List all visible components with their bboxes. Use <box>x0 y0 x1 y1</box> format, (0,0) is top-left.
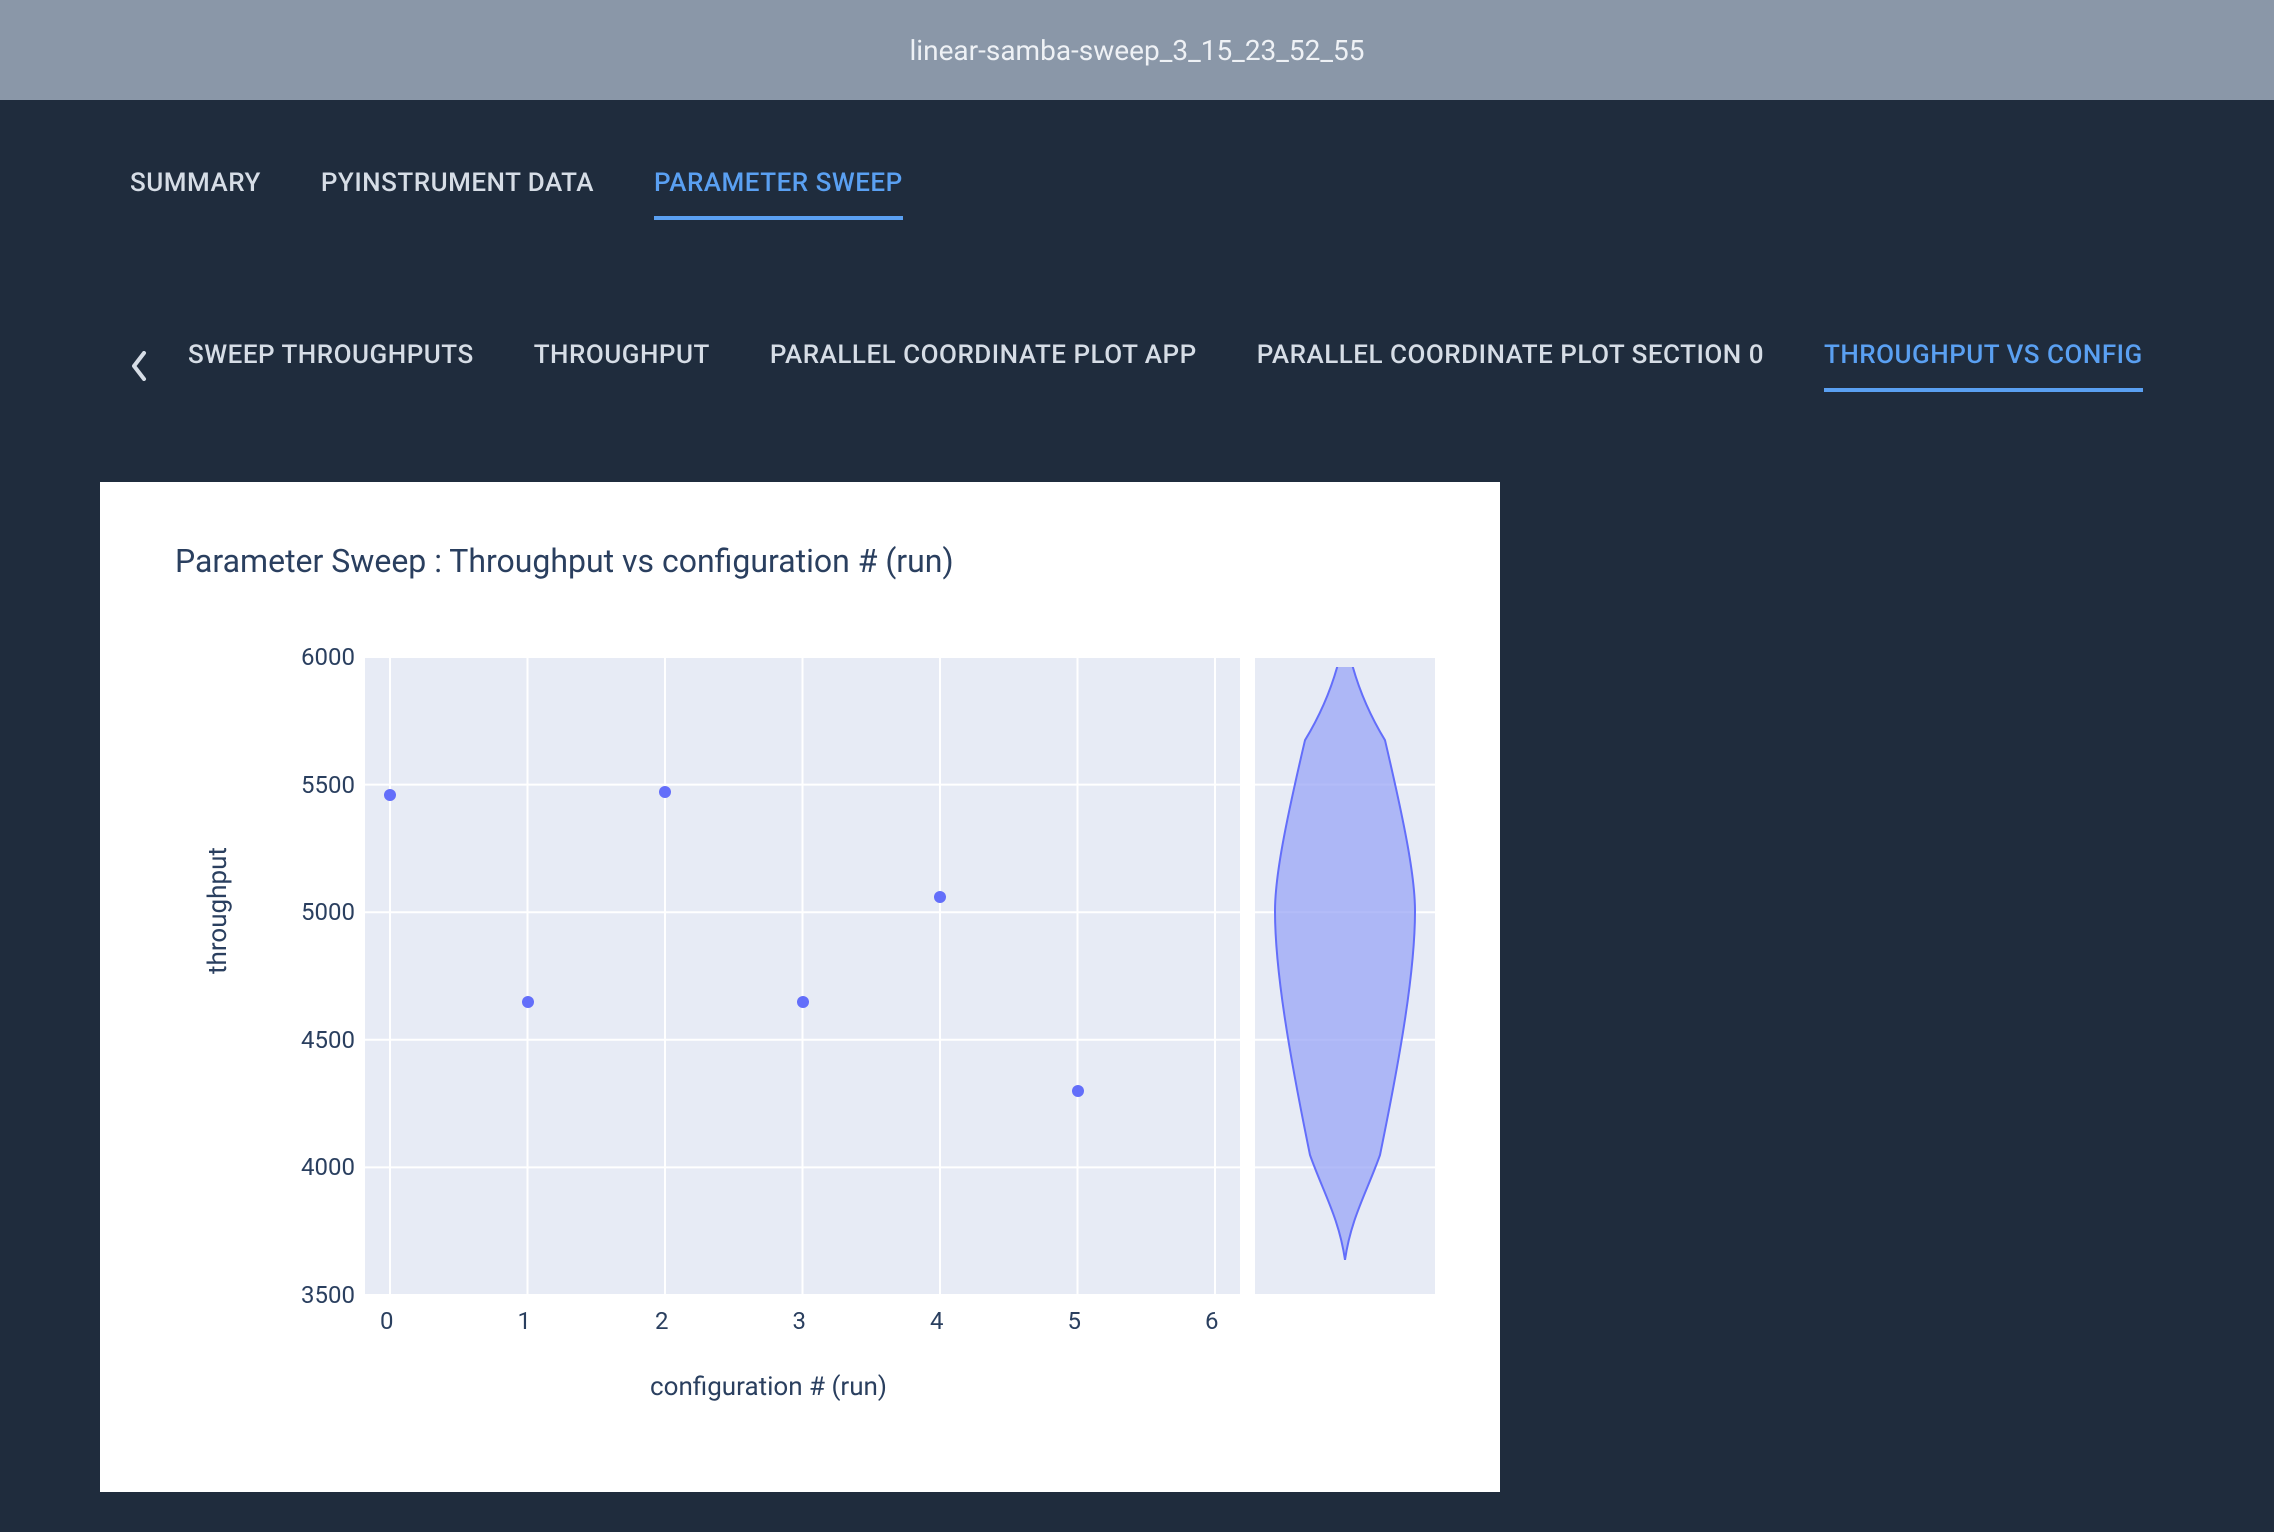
top-bar: linear-samba-sweep_3_15_23_52_55 <box>0 0 2274 100</box>
y-tick-label: 3500 <box>285 1281 355 1309</box>
subtab-sweep-throughputs[interactable]: SWEEP THROUGHPUTS <box>188 340 474 392</box>
tab-pyinstrument-data[interactable]: PYINSTRUMENT DATA <box>321 168 594 220</box>
x-tick-label: 5 <box>1068 1307 1082 1335</box>
y-axis-label: throughput <box>203 847 233 974</box>
x-tick-label: 2 <box>655 1307 669 1335</box>
page-title: linear-samba-sweep_3_15_23_52_55 <box>909 34 1364 67</box>
chart-title: Parameter Sweep : Throughput vs configur… <box>175 542 954 580</box>
y-tick-label: 5500 <box>285 771 355 799</box>
x-tick-label: 6 <box>1205 1307 1219 1335</box>
scatter-grid <box>365 657 1240 1295</box>
subtab-parallel-coordinate-plot-app[interactable]: PARALLEL COORDINATE PLOT APP <box>770 340 1197 392</box>
scatter-plot-area[interactable] <box>365 657 1240 1295</box>
tab-summary[interactable]: SUMMARY <box>130 168 261 220</box>
x-tick-label: 4 <box>930 1307 944 1335</box>
x-tick-label: 3 <box>793 1307 807 1335</box>
tabs-secondary-wrap: SWEEP THROUGHPUTS THROUGHPUT PARALLEL CO… <box>0 220 2274 392</box>
tabs-primary: SUMMARY PYINSTRUMENT DATA PARAMETER SWEE… <box>0 100 2274 220</box>
y-tick-label: 6000 <box>285 643 355 671</box>
y-tick-label: 4000 <box>285 1153 355 1181</box>
x-tick-label: 0 <box>380 1307 394 1335</box>
subtab-throughput[interactable]: THROUGHPUT <box>534 340 710 392</box>
data-point[interactable] <box>384 789 396 801</box>
data-point[interactable] <box>522 996 534 1008</box>
tabs-secondary: SWEEP THROUGHPUTS THROUGHPUT PARALLEL CO… <box>188 340 2143 392</box>
violin-shape <box>1265 667 1425 1277</box>
data-point[interactable] <box>1072 1085 1084 1097</box>
chevron-left-icon[interactable] <box>130 351 148 381</box>
x-tick-label: 1 <box>518 1307 532 1335</box>
subtab-throughput-vs-config[interactable]: THROUGHPUT VS CONFIG <box>1824 340 2143 392</box>
x-axis-label: configuration # (run) <box>650 1372 887 1402</box>
data-point[interactable] <box>659 786 671 798</box>
violin-plot-area[interactable] <box>1255 657 1435 1295</box>
y-tick-label: 5000 <box>285 898 355 926</box>
tab-parameter-sweep[interactable]: PARAMETER SWEEP <box>654 168 903 220</box>
subtab-parallel-coordinate-plot-section-0[interactable]: PARALLEL COORDINATE PLOT SECTION 0 <box>1257 340 1764 392</box>
chart-card: Parameter Sweep : Throughput vs configur… <box>100 482 1500 1492</box>
data-point[interactable] <box>797 996 809 1008</box>
data-point[interactable] <box>934 891 946 903</box>
y-tick-label: 4500 <box>285 1026 355 1054</box>
